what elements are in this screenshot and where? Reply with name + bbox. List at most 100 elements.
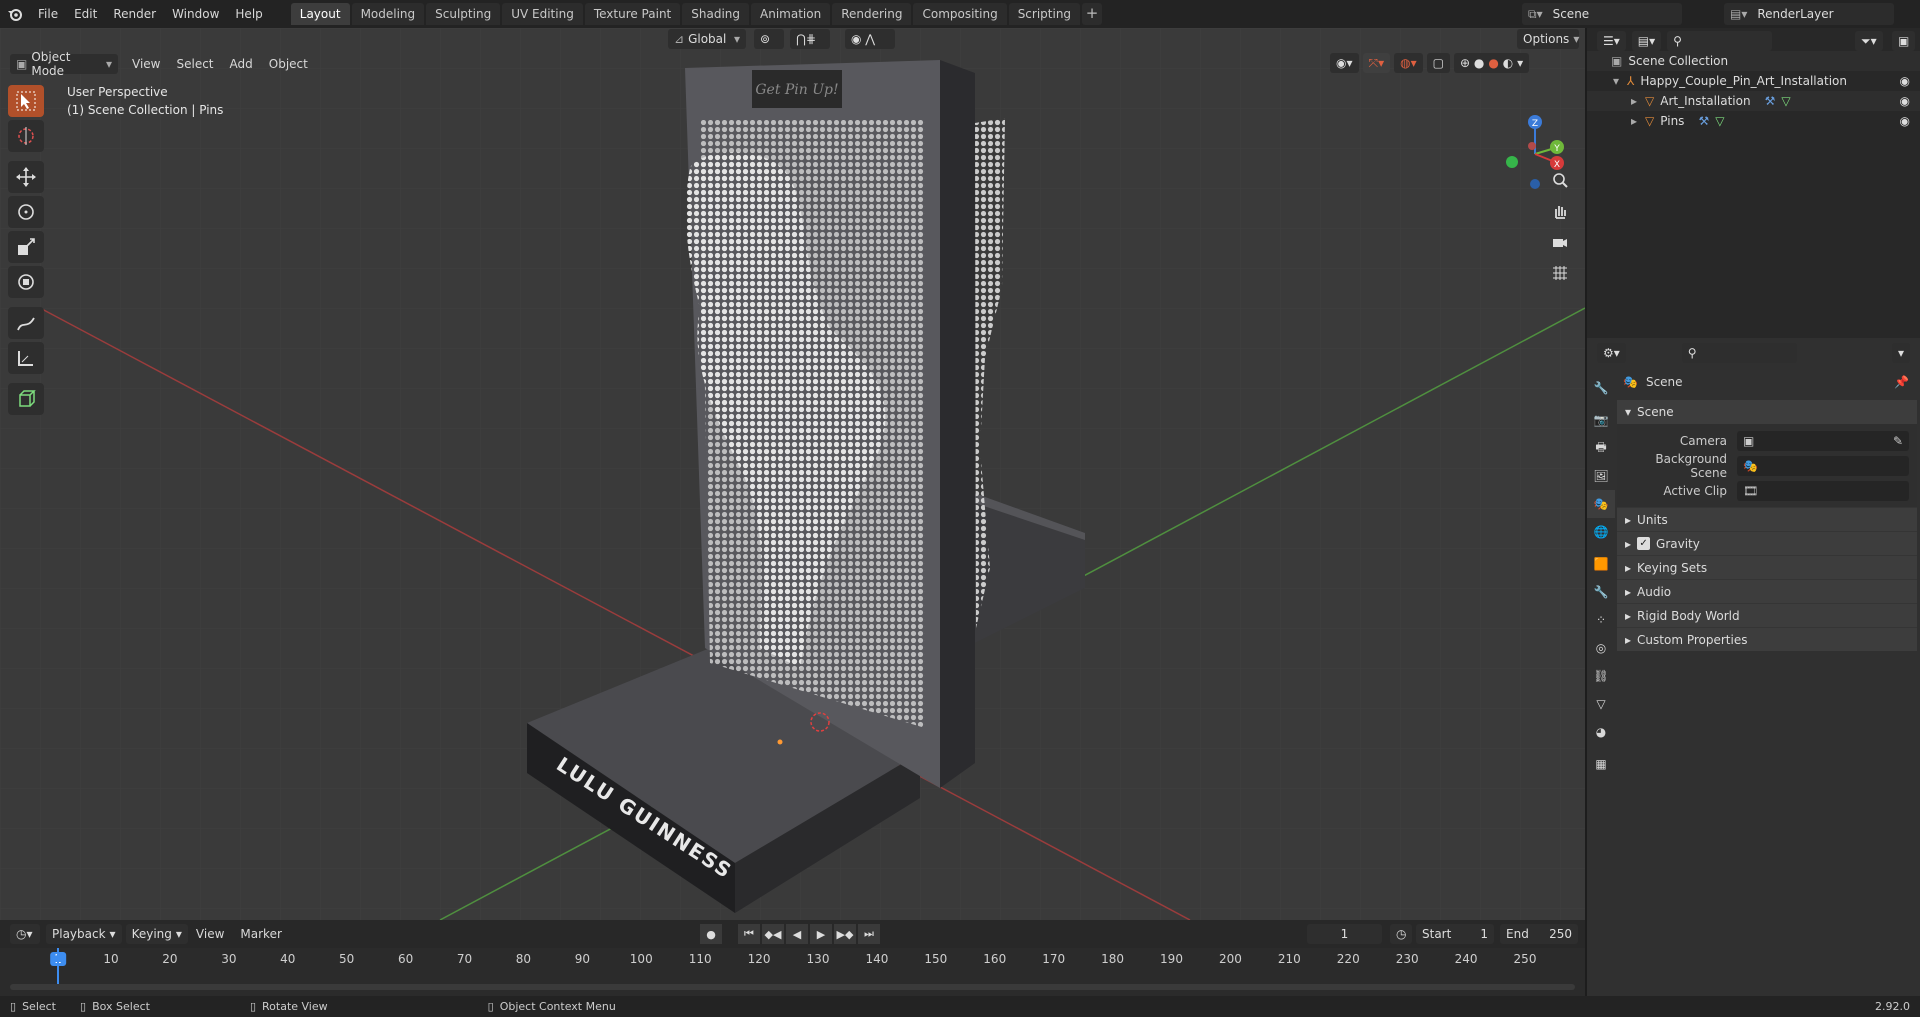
playhead[interactable] — [57, 948, 59, 984]
menu-select[interactable]: Select — [168, 57, 221, 71]
tab-layout[interactable]: Layout — [290, 3, 350, 25]
audio-panel[interactable]: ▸ Audio — [1617, 579, 1917, 603]
select-box-icon[interactable] — [8, 85, 44, 117]
menu-edit[interactable]: Edit — [66, 0, 105, 28]
new-collection-icon[interactable]: ▣ — [1892, 31, 1916, 51]
constraints-icon[interactable]: ⛓ — [1587, 662, 1615, 690]
menu-add[interactable]: Add — [222, 57, 261, 71]
outliner-row-scene-collection[interactable]: ▣ Scene Collection — [1587, 51, 1920, 71]
measure-icon[interactable] — [8, 342, 44, 374]
transform-icon[interactable] — [8, 266, 44, 298]
data-icon[interactable]: ▽ — [1587, 690, 1615, 718]
tab-compositing[interactable]: Compositing — [913, 3, 1007, 25]
properties-type-icon[interactable]: ⚙▾ — [1597, 343, 1626, 363]
tab-rendering[interactable]: Rendering — [832, 3, 912, 25]
move-icon[interactable] — [8, 161, 44, 193]
menu-view[interactable]: View — [124, 57, 168, 71]
tab-uv-editing[interactable]: UV Editing — [502, 3, 583, 25]
blender-logo-icon[interactable] — [0, 0, 30, 28]
editor-type-icon[interactable]: ◷▾ — [10, 924, 40, 944]
jump-start-icon[interactable]: ⏮ — [738, 924, 760, 944]
view-layer-icon[interactable]: 🖼 — [1587, 462, 1615, 490]
tab-texture-paint[interactable]: Texture Paint — [584, 3, 681, 25]
end-frame-field[interactable]: End 250 — [1500, 924, 1578, 944]
camera-field[interactable]: ▣ ✎ — [1737, 430, 1909, 451]
transform-orientation-dropdown[interactable]: ⊿ Global ▾ — [668, 29, 746, 49]
prev-keyframe-icon[interactable]: ◆◀ — [762, 924, 784, 944]
frame-ruler[interactable]: 1102030405060708090100110120130140150160… — [0, 948, 1585, 970]
filter-icon[interactable]: ⏷▾ — [1855, 31, 1883, 51]
timeline-marker-menu[interactable]: Marker — [232, 927, 289, 941]
output-icon[interactable]: 🖶 — [1587, 434, 1615, 462]
menu-window[interactable]: Window — [164, 0, 227, 28]
gravity-panel[interactable]: ▸ ✓ Gravity — [1617, 531, 1917, 555]
material-icon[interactable]: ◕ — [1587, 718, 1615, 746]
outliner-row-collection[interactable]: ▾ ⅄ Happy_Couple_Pin_Art_Installation ◉ — [1587, 71, 1920, 91]
modifier-icon[interactable]: 🔧 — [1587, 578, 1615, 606]
render-layer-selector[interactable]: ▤▾ RenderLayer — [1724, 3, 1894, 25]
expand-arrow-icon[interactable]: ▾ — [1613, 74, 1619, 88]
tab-animation[interactable]: Animation — [751, 3, 831, 25]
keying-sets-panel[interactable]: ▸ Keying Sets — [1617, 555, 1917, 579]
background-scene-field[interactable]: 🎭 — [1737, 455, 1909, 476]
render-icon[interactable]: 📷 — [1587, 406, 1615, 434]
camera-view-icon[interactable] — [1547, 229, 1573, 255]
add-workspace-button[interactable]: + — [1082, 3, 1103, 25]
keying-dropdown[interactable]: Keying ▾ — [125, 924, 188, 944]
annotate-icon[interactable] — [8, 307, 44, 339]
pan-hand-icon[interactable] — [1547, 198, 1573, 224]
texture-icon[interactable]: ▦ — [1587, 750, 1615, 778]
jump-end-icon[interactable]: ⏭ — [858, 924, 880, 944]
display-mode-icon[interactable]: ▤▾ — [1631, 31, 1662, 51]
play-icon[interactable]: ▶ — [810, 924, 832, 944]
properties-search-input[interactable]: ⚲ — [1681, 343, 1797, 363]
expand-arrow-icon[interactable]: ▸ — [1631, 94, 1637, 108]
scene-icon[interactable]: 🎭 — [1587, 490, 1615, 518]
menu-file[interactable]: File — [30, 0, 66, 28]
object-icon[interactable]: 🟧 — [1587, 550, 1615, 578]
cursor-icon[interactable] — [8, 120, 44, 152]
custom-properties-panel[interactable]: ▸ Custom Properties — [1617, 627, 1917, 651]
snap-dropdown[interactable]: ⋂⋕ — [790, 29, 830, 49]
tab-shading[interactable]: Shading — [682, 3, 749, 25]
eye-icon[interactable]: ◉ — [1900, 94, 1910, 108]
outliner-row-art-installation[interactable]: ▸ ▽ Art_Installation ⚒ ▽ ◉ — [1587, 91, 1920, 111]
particles-icon[interactable]: ⁘ — [1587, 606, 1615, 634]
world-icon[interactable]: 🌐 — [1587, 518, 1615, 546]
tab-sculpting[interactable]: Sculpting — [426, 3, 501, 25]
expand-arrow-icon[interactable]: ▸ — [1631, 114, 1637, 128]
rigid-body-world-panel[interactable]: ▸ Rigid Body World — [1617, 603, 1917, 627]
pivot-dropdown[interactable]: ⊚ — [754, 29, 784, 49]
outliner-type-icon[interactable]: ☰▾ — [1597, 31, 1626, 51]
eye-icon[interactable]: ◉ — [1900, 114, 1910, 128]
3d-viewport[interactable]: Get Pin Up! LULU GUINNESS User Perspecti… — [0, 28, 1585, 920]
eyedropper-icon[interactable]: ✎ — [1893, 434, 1903, 448]
playback-dropdown[interactable]: Playback ▾ — [46, 924, 122, 944]
outliner-search-input[interactable]: ⚲ — [1667, 31, 1773, 51]
rotate-icon[interactable] — [8, 196, 44, 228]
ortho-grid-icon[interactable] — [1547, 260, 1573, 286]
start-frame-field[interactable]: Start 1 — [1416, 924, 1494, 944]
chevron-down-icon[interactable]: ▾ — [1892, 343, 1911, 363]
scene-panel-header[interactable]: ▾ Scene — [1617, 400, 1917, 424]
scene-selector[interactable]: ⧉▾ Scene — [1522, 3, 1682, 25]
record-icon[interactable]: ● — [700, 924, 722, 944]
zoom-icon[interactable] — [1547, 167, 1573, 193]
physics-icon[interactable]: ◎ — [1587, 634, 1615, 662]
current-frame-field[interactable]: 1 — [1307, 924, 1382, 944]
mode-dropdown[interactable]: ▣ Object Mode ▾ — [10, 50, 118, 78]
units-panel[interactable]: ▸ Units — [1617, 507, 1917, 531]
next-keyframe-icon[interactable]: ▶◆ — [834, 924, 856, 944]
timeline-area[interactable]: 1102030405060708090100110120130140150160… — [0, 948, 1585, 996]
add-cube-icon[interactable] — [8, 383, 44, 415]
tool-settings-icon[interactable]: 🔧 — [1587, 374, 1615, 402]
scale-icon[interactable] — [8, 231, 44, 263]
tab-modeling[interactable]: Modeling — [351, 3, 425, 25]
menu-object[interactable]: Object — [261, 57, 316, 71]
menu-render[interactable]: Render — [105, 0, 164, 28]
gravity-checkbox[interactable]: ✓ — [1637, 537, 1651, 550]
eye-icon[interactable]: ◉ — [1900, 74, 1910, 88]
active-clip-field[interactable]: 🎞 — [1737, 480, 1909, 501]
timeline-view-menu[interactable]: View — [188, 927, 232, 941]
pin-icon[interactable]: 📌 — [1894, 375, 1909, 389]
